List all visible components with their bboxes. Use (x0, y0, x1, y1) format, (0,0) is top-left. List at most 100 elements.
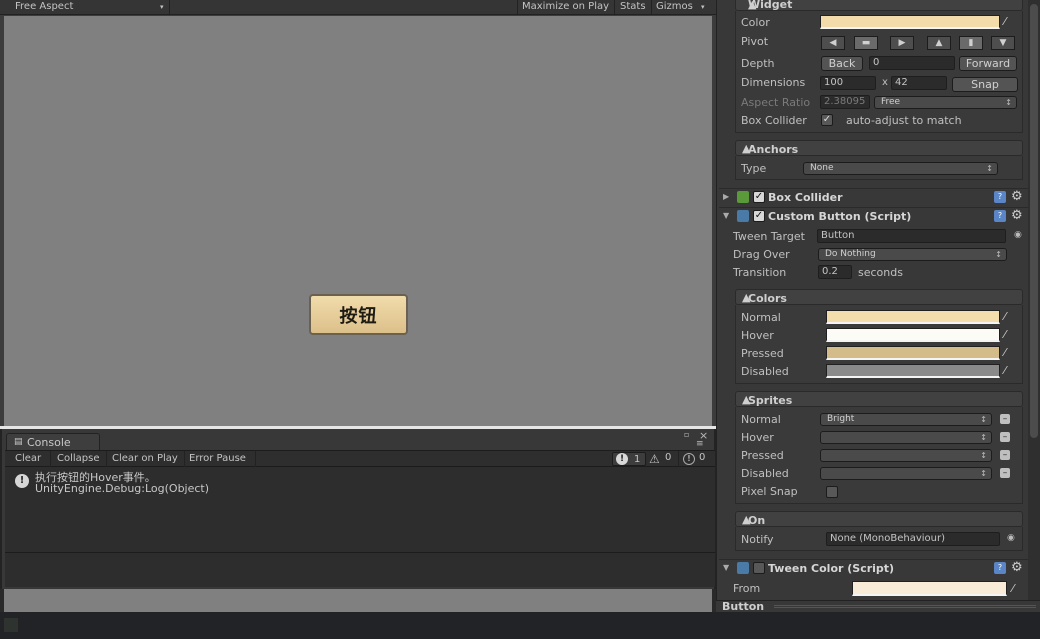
remove-icon[interactable]: – (1000, 468, 1010, 478)
scrollbar-thumb[interactable] (1030, 4, 1038, 438)
gear-icon[interactable]: ⚙ (1011, 208, 1023, 223)
toolbar-divider (614, 0, 615, 15)
widget-section-header[interactable]: ▲ Widget (735, 0, 1023, 11)
help-icon[interactable]: ? (994, 210, 1006, 222)
custom-button-component-header[interactable]: ▼ ✓ Custom Button (Script) ? ⚙ (719, 207, 1039, 225)
console-icon: ▤ (14, 437, 23, 447)
width-field[interactable]: 100 (820, 76, 876, 90)
gear-icon[interactable]: ⚙ (1011, 189, 1023, 204)
pivot-top-button[interactable]: ▲ (927, 36, 951, 50)
eyedropper-icon[interactable]: ⁄ (1004, 311, 1016, 323)
log-entry[interactable]: ! 执行按钮的Hover事件。 UnityEngine.Debug:Log(Ob… (5, 467, 715, 501)
stats-toggle[interactable]: Stats (620, 1, 646, 12)
toolbar-divider (517, 0, 518, 15)
box-collider-enabled-checkbox[interactable]: ✓ (753, 191, 765, 203)
notify-field[interactable]: None (MonoBehaviour) (826, 532, 1000, 546)
depth-forward-button[interactable]: Forward (959, 56, 1017, 71)
from-label: From (733, 582, 761, 595)
snap-button[interactable]: Snap (952, 77, 1018, 92)
clear-on-play-toggle[interactable]: Clear on Play (112, 453, 178, 464)
pivot-bottom-button[interactable]: ▼ (991, 36, 1015, 50)
game-canvas[interactable] (4, 16, 712, 426)
eyedropper-icon[interactable]: ⁄ (1004, 365, 1016, 377)
height-field[interactable]: 42 (891, 76, 947, 90)
box-collider-icon (737, 191, 749, 203)
warning-count[interactable]: 0 (665, 452, 671, 463)
pivot-center-button[interactable]: ▬ (854, 36, 878, 50)
tween-color-title: Tween Color (Script) (768, 562, 895, 575)
toolbar-divider (50, 451, 51, 467)
tween-target-field[interactable]: Button (817, 229, 1006, 243)
normal-color-label: Normal (741, 311, 781, 324)
eyedropper-icon[interactable]: ⁄ (1012, 583, 1024, 595)
tween-color-component-header[interactable]: ▼ Tween Color (Script) ? ⚙ (719, 559, 1039, 577)
eyedropper-icon[interactable]: ⁄ (1004, 16, 1016, 28)
object-picker-icon[interactable]: ◉ (1007, 533, 1015, 543)
box-collider-component-header[interactable]: ▶ ✓ Box Collider ? ⚙ (719, 188, 1039, 206)
clear-button[interactable]: Clear (15, 453, 41, 464)
console-tab-label: Console (27, 436, 71, 449)
pressed-color-swatch[interactable] (826, 346, 1000, 360)
auto-adjust-label: auto-adjust to match (846, 114, 962, 127)
gizmos-dropdown[interactable]: Gizmos (656, 1, 693, 12)
tab-console[interactable]: ▤ Console (6, 433, 100, 451)
onclick-section-header[interactable]: ▲ On Click (735, 511, 1023, 540)
maximize-on-play-toggle[interactable]: Maximize on Play (522, 1, 609, 12)
box-collider-checkbox[interactable]: ✓ (821, 114, 833, 126)
anchor-type-dropdown[interactable]: None (803, 162, 998, 175)
tween-color-enabled-checkbox[interactable] (753, 562, 765, 574)
remove-icon[interactable]: – (1000, 432, 1010, 442)
from-color-swatch[interactable] (852, 581, 1007, 596)
sprites-title-label: Sprites (748, 394, 793, 407)
eyedropper-icon[interactable]: ⁄ (1004, 347, 1016, 359)
console-detail-pane[interactable] (5, 553, 715, 587)
pixel-snap-checkbox[interactable] (826, 486, 838, 498)
remove-icon[interactable]: – (1000, 450, 1010, 460)
pivot-left-button[interactable]: ◀ (821, 36, 845, 50)
depth-back-button[interactable]: Back (821, 56, 863, 71)
pivot-right-button[interactable]: ▶ (890, 36, 914, 50)
custom-button-enabled-checkbox[interactable]: ✓ (753, 210, 765, 222)
widget-color-swatch[interactable] (820, 15, 1000, 29)
normal-color-swatch[interactable] (826, 310, 1000, 324)
transition-field[interactable]: 0.2 (818, 265, 852, 279)
sprites-section-header[interactable]: ▲ Sprites (735, 391, 1023, 407)
eyedropper-icon[interactable]: ⁄ (1004, 329, 1016, 341)
gear-icon[interactable]: ⚙ (1011, 560, 1023, 575)
collapse-toggle[interactable]: Collapse (57, 453, 100, 464)
maximize-icon[interactable]: ▫ (684, 430, 689, 439)
error-pause-toggle[interactable]: Error Pause (189, 453, 246, 464)
log-stacktrace: UnityEngine.Debug:Log(Object) (35, 482, 210, 495)
help-icon[interactable]: ? (994, 562, 1006, 574)
expand-triangle-icon[interactable]: ▶ (723, 192, 729, 201)
collapse-triangle-icon[interactable]: ▼ (723, 211, 729, 220)
collapse-triangle-icon[interactable]: ▼ (723, 563, 729, 572)
aspect-dropdown[interactable]: Free Aspect (15, 1, 73, 12)
info-filter-toggle[interactable]: ! 1 (612, 452, 646, 466)
aspect-ratio-field: 2.38095 (820, 95, 870, 109)
help-icon[interactable]: ? (994, 191, 1006, 203)
menu-icon[interactable]: ≡ (696, 439, 704, 449)
remove-icon[interactable]: – (1000, 414, 1010, 424)
normal-sprite-dropdown[interactable]: Bright (820, 413, 992, 426)
depth-field[interactable]: 0 (869, 56, 955, 70)
inspector-scrollbar[interactable] (1028, 0, 1040, 600)
hover-sprite-dropdown[interactable] (820, 431, 992, 444)
game-button[interactable]: 按钮 (309, 294, 408, 335)
error-count[interactable]: 0 (699, 452, 705, 463)
script-icon (737, 210, 749, 222)
script-icon (737, 562, 749, 574)
object-picker-icon[interactable]: ◉ (1014, 230, 1022, 240)
aspect-mode-dropdown[interactable]: Free (874, 96, 1017, 109)
console-log-list[interactable]: ! 执行按钮的Hover事件。 UnityEngine.Debug:Log(Ob… (5, 467, 715, 553)
disabled-sprite-dropdown[interactable] (820, 467, 992, 480)
anchors-section-header[interactable]: ▲ Anchors (735, 140, 1023, 156)
disabled-color-swatch[interactable] (826, 364, 1000, 378)
gizmos-arrow-icon[interactable]: ▾ (701, 3, 705, 11)
footer-resize-handle[interactable] (774, 605, 1036, 608)
colors-section-header[interactable]: ▲ Colors (735, 289, 1023, 305)
pivot-middle-button[interactable]: ▮ (959, 36, 983, 50)
drag-over-dropdown[interactable]: Do Nothing (818, 248, 1007, 261)
pressed-sprite-dropdown[interactable] (820, 449, 992, 462)
hover-color-swatch[interactable] (826, 328, 1000, 342)
